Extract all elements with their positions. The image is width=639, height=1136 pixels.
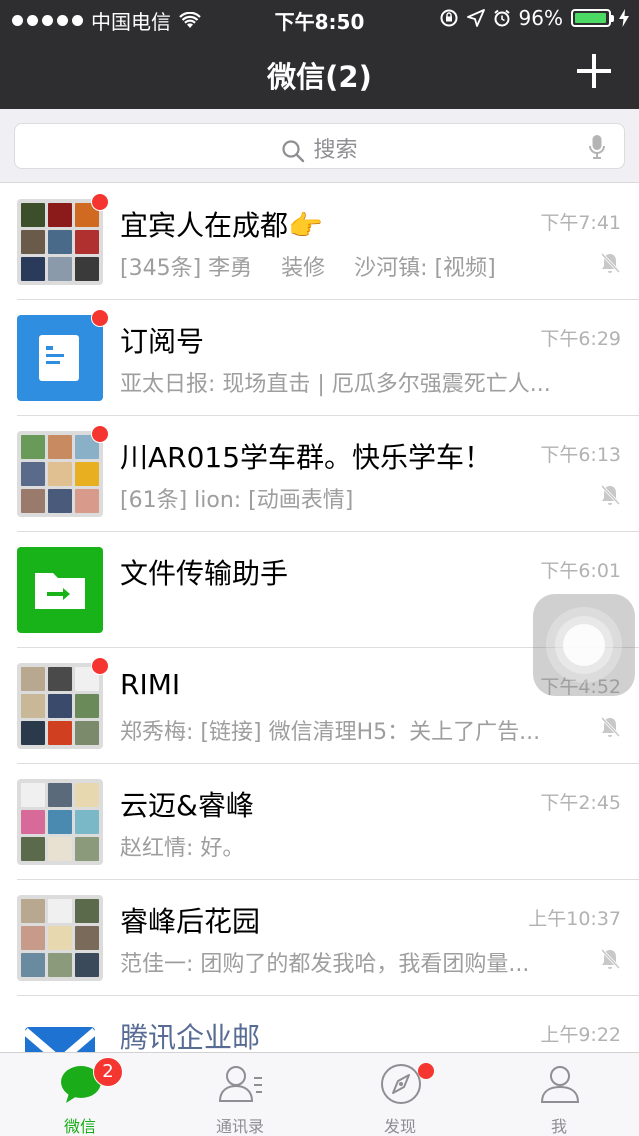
chat-time: 上午10:37 bbox=[528, 908, 621, 930]
location-icon bbox=[466, 9, 485, 27]
add-button[interactable] bbox=[577, 54, 611, 88]
mute-bell-icon bbox=[600, 252, 621, 274]
group-avatar bbox=[17, 779, 103, 865]
file-transfer-icon bbox=[17, 547, 103, 633]
tab-label: 微信 bbox=[63, 1117, 96, 1136]
chat-time: 下午2:45 bbox=[540, 792, 621, 814]
battery-icon bbox=[571, 9, 614, 27]
new-dot bbox=[418, 1063, 434, 1079]
chat-row[interactable]: 订阅号 下午6:29 亚太日报: 现场直击 | 厄瓜多尔强震死亡人... bbox=[0, 300, 639, 416]
chat-row[interactable]: 川AR015学车群。快乐学车！ 下午6:13 [61条] lion: [动画表情… bbox=[0, 416, 639, 532]
chat-preview: 郑秀梅: [链接] 微信清理H5：关上了广告... bbox=[120, 720, 541, 745]
tab-contacts[interactable]: 通讯录 bbox=[160, 1053, 320, 1136]
chat-preview: 范佳一: 团购了的都发我哈，我看团购量... bbox=[120, 952, 530, 977]
unread-dot bbox=[91, 309, 109, 327]
unread-dot bbox=[91, 425, 109, 443]
assistive-touch-button[interactable] bbox=[533, 594, 635, 696]
battery-percent: 96% bbox=[518, 6, 563, 30]
tab-label: 我 bbox=[550, 1117, 567, 1136]
chat-row[interactable]: 腾讯企业邮 上午9:22 bbox=[0, 996, 639, 1052]
chat-name: 宜宾人在成都👉 bbox=[120, 209, 323, 242]
microphone-icon[interactable] bbox=[588, 134, 606, 160]
mail-icon bbox=[22, 1027, 98, 1052]
unread-dot bbox=[91, 657, 109, 675]
tab-chats[interactable]: 2 微信 bbox=[0, 1053, 160, 1136]
chat-time: 下午6:29 bbox=[540, 328, 621, 350]
chat-time: 下午6:01 bbox=[540, 560, 621, 582]
chat-name: 订阅号 bbox=[120, 325, 205, 358]
group-avatar bbox=[17, 657, 109, 749]
search-input[interactable]: 搜索 bbox=[14, 123, 625, 169]
chat-row[interactable]: 睿峰后花园 上午10:37 范佳一: 团购了的都发我哈，我看团购量... bbox=[0, 880, 639, 996]
mute-bell-icon bbox=[600, 948, 621, 970]
subscription-avatar bbox=[17, 309, 109, 401]
alarm-icon bbox=[493, 9, 510, 27]
chat-name: 睿峰后花园 bbox=[120, 905, 261, 938]
tab-bar: 2 微信 通讯录 发现 我 bbox=[0, 1052, 639, 1136]
orientation-lock-icon bbox=[440, 9, 458, 27]
tab-me[interactable]: 我 bbox=[479, 1053, 639, 1136]
subscription-icon bbox=[17, 315, 103, 401]
group-avatar bbox=[17, 193, 109, 285]
unread-count-badge: 2 bbox=[93, 1057, 123, 1087]
nav-bar: 微信(2) bbox=[0, 36, 639, 109]
file-transfer-avatar bbox=[17, 547, 103, 633]
mail-avatar bbox=[17, 1011, 103, 1052]
chat-time: 下午6:13 bbox=[540, 444, 621, 466]
search-icon bbox=[282, 140, 305, 163]
page-title: 微信(2) bbox=[267, 60, 372, 94]
tab-label: 通讯录 bbox=[215, 1117, 264, 1136]
chat-row[interactable]: 云迈&睿峰 下午2:45 赵红情: 好。 bbox=[0, 764, 639, 880]
status-right: 96% bbox=[439, 6, 629, 30]
compass-icon bbox=[381, 1064, 421, 1104]
tab-label: 发现 bbox=[383, 1117, 416, 1136]
unread-dot bbox=[91, 193, 109, 211]
person-icon bbox=[540, 1066, 580, 1103]
mute-bell-icon bbox=[600, 716, 621, 738]
chat-time: 下午7:41 bbox=[540, 212, 621, 234]
chat-name: 腾讯企业邮 bbox=[120, 1021, 261, 1052]
chat-name: 云迈&睿峰 bbox=[120, 789, 254, 822]
chat-preview: 亚太日报: 现场直击 | 厄瓜多尔强震死亡人... bbox=[120, 372, 551, 397]
status-bar: 中国电信 下午8:50 96% bbox=[0, 0, 639, 36]
chat-preview: [345条] 李勇 装修 沙河镇: [视频] bbox=[120, 256, 496, 281]
group-avatar bbox=[17, 425, 109, 517]
search-placeholder: 搜索 bbox=[313, 138, 358, 163]
chat-name: RIMI bbox=[120, 668, 181, 701]
chat-preview: [61条] lion: [动画表情] bbox=[120, 488, 354, 513]
charging-icon bbox=[619, 9, 629, 27]
tab-discover[interactable]: 发现 bbox=[320, 1053, 480, 1136]
chat-preview: 赵红情: 好。 bbox=[120, 836, 245, 861]
chat-time: 上午9:22 bbox=[540, 1024, 621, 1046]
chat-name: 川AR015学车群。快乐学车！ bbox=[120, 441, 493, 474]
chat-name: 文件传输助手 bbox=[120, 557, 289, 590]
group-avatar bbox=[17, 895, 103, 981]
chat-row[interactable]: 宜宾人在成都👉 下午7:41 [345条] 李勇 装修 沙河镇: [视频] bbox=[0, 184, 639, 300]
search-bar: 搜索 bbox=[0, 109, 639, 183]
contacts-icon bbox=[218, 1066, 262, 1102]
mute-bell-icon bbox=[600, 484, 621, 506]
